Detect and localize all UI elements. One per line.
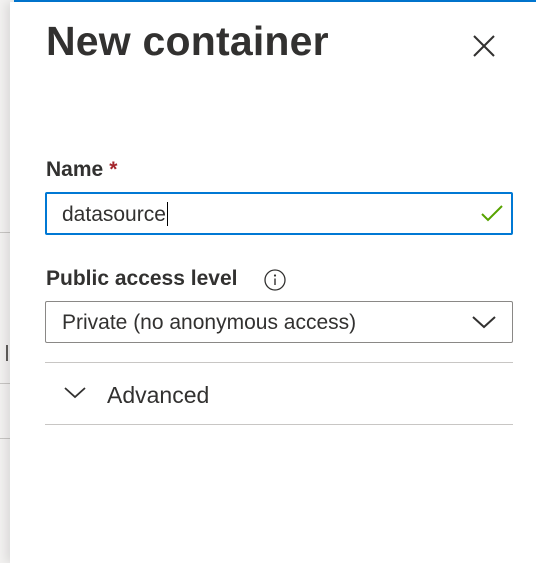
chevron-down-icon	[64, 387, 86, 399]
name-input-value: datasource	[62, 203, 166, 226]
public-access-selected: Private (no anonymous access)	[62, 311, 357, 334]
close-button[interactable]	[466, 28, 502, 64]
required-marker: *	[109, 158, 118, 181]
new-container-panel: New container Name * datasource Public ac…	[10, 2, 536, 563]
chevron-down-icon	[472, 316, 496, 329]
advanced-divider-bottom	[45, 424, 513, 425]
public-access-dropdown[interactable]: Private (no anonymous access)	[45, 301, 513, 343]
name-input[interactable]: datasource	[45, 192, 513, 235]
name-label: Name *	[46, 158, 117, 182]
advanced-toggle[interactable]: Advanced	[45, 364, 513, 424]
public-access-label: Public access level	[46, 267, 238, 290]
advanced-label: Advanced	[107, 382, 210, 408]
name-label-text: Name	[46, 158, 104, 181]
background-text-fragment	[6, 345, 8, 361]
info-icon[interactable]	[263, 268, 287, 292]
check-icon	[481, 205, 503, 222]
advanced-divider-top	[45, 362, 513, 363]
close-icon	[473, 35, 495, 57]
info-icon-graphic	[264, 269, 286, 291]
text-caret	[166, 202, 169, 226]
name-input-value-wrap: datasource	[62, 202, 169, 227]
panel-title: New container	[46, 18, 329, 64]
screen: New container Name * datasource Public ac…	[0, 0, 536, 563]
